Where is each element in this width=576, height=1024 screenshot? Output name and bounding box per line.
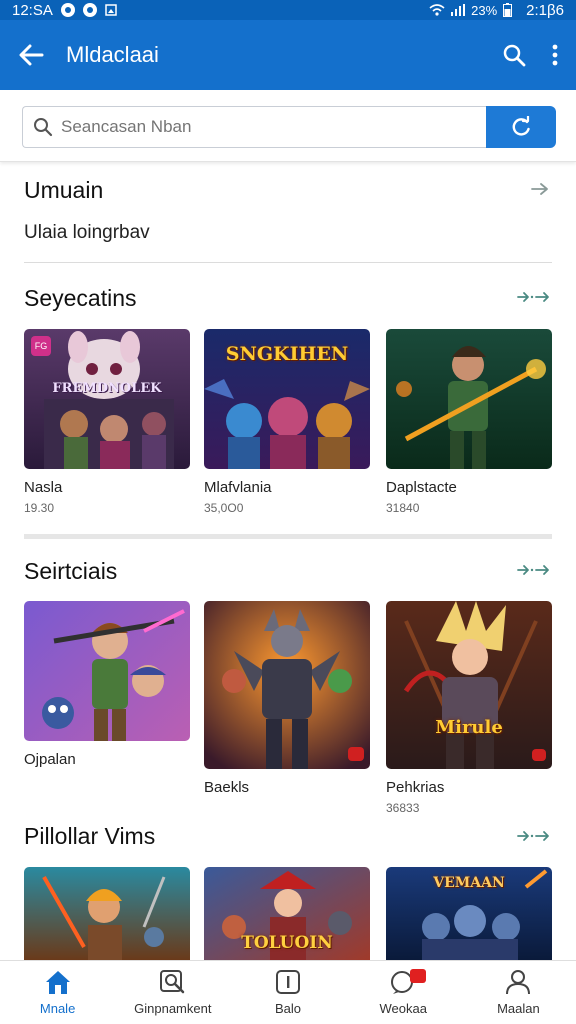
more-options-button[interactable]: [552, 44, 558, 66]
search-field-icon: [34, 118, 53, 137]
game-name: Mlafvlania: [204, 479, 272, 496]
app-bar: Mldaclaai: [0, 20, 576, 90]
game-name: Ojpalan: [24, 751, 76, 768]
game-name: Pehkrias: [386, 779, 445, 796]
search-input[interactable]: [61, 117, 461, 137]
tab-label: Weokaa: [379, 1001, 427, 1016]
tab-label: Balo: [274, 1001, 302, 1016]
thumbnail-art-title: VEMAAN: [433, 875, 505, 891]
game-name: Nasla: [24, 479, 63, 496]
wifi-icon: [429, 4, 445, 16]
thumbnail-badge: [532, 749, 546, 761]
thumbnail-art-title: FREMDNOLEK: [52, 381, 162, 396]
home-icon: [45, 971, 70, 994]
tab-search[interactable]: Ginpnamkent: [115, 961, 230, 1024]
status-time-left: 12:SA: [12, 1, 53, 19]
see-all-arrow-icon[interactable]: [516, 829, 552, 843]
more-vert-icon: [552, 44, 558, 66]
notification-icon: [60, 3, 75, 17]
game-card[interactable]: TOLUOIN: [204, 867, 370, 960]
image-notification-icon: [105, 4, 117, 16]
game-card[interactable]: [24, 867, 190, 960]
search-icon: [503, 44, 526, 67]
tab-messages[interactable]: Weokaa: [346, 961, 461, 1024]
page-title: Mldaclaai: [66, 42, 159, 67]
refresh-icon: [512, 116, 530, 136]
game-thumbnail: SNGKIHEN: [204, 329, 370, 469]
signal-icon: [451, 4, 466, 16]
thumbnail-badge: [348, 747, 364, 761]
game-card[interactable]: Mirule Pehkrias 36833: [386, 601, 552, 815]
battery-icon: [503, 3, 513, 17]
game-thumbnail: FG FREMDNOLEK: [24, 329, 190, 469]
profile-icon: [506, 970, 531, 995]
umuain-title: Umuain: [24, 177, 104, 203]
search-row: [0, 90, 576, 162]
thumbnail-badge: FG: [31, 336, 51, 356]
umuain-arrow-icon: [531, 183, 548, 195]
game-count: 31840: [386, 501, 420, 515]
see-all-arrow-icon[interactable]: [516, 563, 552, 577]
game-count: 35,0O0: [204, 501, 244, 515]
section-popular: Pillollar Vims TOLUOIN VEMAAN: [0, 815, 576, 960]
tab-home[interactable]: Mnale: [0, 961, 115, 1024]
info-icon: [276, 970, 300, 994]
tab-info[interactable]: Balo: [230, 961, 345, 1024]
game-name: Daplstacte: [386, 479, 457, 496]
thumbnail-art-title: TOLUOIN: [241, 933, 333, 953]
search-button[interactable]: [502, 43, 526, 67]
tab-label: Maalan: [497, 1001, 540, 1016]
section-seirtciais: Seirtciais Ojpalan Baekls Mirule Pehkria…: [0, 539, 576, 815]
battery-percent: 23%: [471, 2, 498, 18]
section-title: Seirtciais: [24, 558, 118, 584]
game-name: Baekls: [204, 779, 250, 796]
game-card[interactable]: SNGKIHEN Mlafvlania 35,0O0: [204, 329, 370, 515]
game-thumbnail: [204, 601, 370, 769]
game-card[interactable]: Ojpalan: [24, 601, 190, 773]
back-arrow-icon: [19, 44, 44, 66]
game-thumbnail: [24, 601, 190, 741]
game-thumbnail: [386, 329, 552, 469]
game-card[interactable]: Baekls: [204, 601, 370, 801]
status-time-right: 2:1β6: [526, 1, 564, 19]
section-seyecatins: Seyecatins FG FREMDNOLEK Nasla 19.30 SNG…: [0, 262, 576, 534]
game-thumbnail: VEMAAN: [386, 867, 552, 960]
tab-profile[interactable]: Maalan: [461, 961, 576, 1024]
status-bar: 12:SA 23% 2:1β6: [0, 0, 576, 20]
tab-label: Ginpnamkent: [134, 1001, 212, 1016]
search-doc-icon: [159, 970, 185, 994]
thumbnail-art-title: Mirule: [435, 717, 503, 738]
game-card[interactable]: Daplstacte 31840: [386, 329, 552, 515]
notification-badge: [409, 969, 426, 983]
game-card[interactable]: VEMAAN: [386, 867, 552, 960]
umuain-section[interactable]: Umuain Ulaia loingrbav: [0, 162, 576, 262]
section-title: Seyecatins: [24, 285, 137, 311]
tab-label: Mnale: [39, 1001, 76, 1016]
section-title: Pillollar Vims: [24, 823, 156, 849]
bottom-navigation: Mnale Ginpnamkent Balo Weokaa Maalan: [0, 960, 576, 1024]
umuain-subtitle: Ulaia loingrbav: [24, 222, 150, 243]
game-count: 19.30: [24, 501, 55, 515]
game-thumbnail: Mirule: [386, 601, 552, 769]
refresh-search-button[interactable]: [486, 106, 556, 148]
game-thumbnail: [24, 867, 190, 960]
game-card[interactable]: FG FREMDNOLEK Nasla 19.30: [24, 329, 190, 515]
back-button[interactable]: [18, 44, 44, 66]
notification-icon-2: [82, 3, 97, 17]
see-all-arrow-icon[interactable]: [516, 290, 552, 304]
game-thumbnail: TOLUOIN: [204, 867, 370, 960]
game-count: 36833: [386, 801, 420, 815]
search-box: [22, 106, 488, 148]
thumbnail-art-title: SNGKIHEN: [225, 343, 349, 365]
